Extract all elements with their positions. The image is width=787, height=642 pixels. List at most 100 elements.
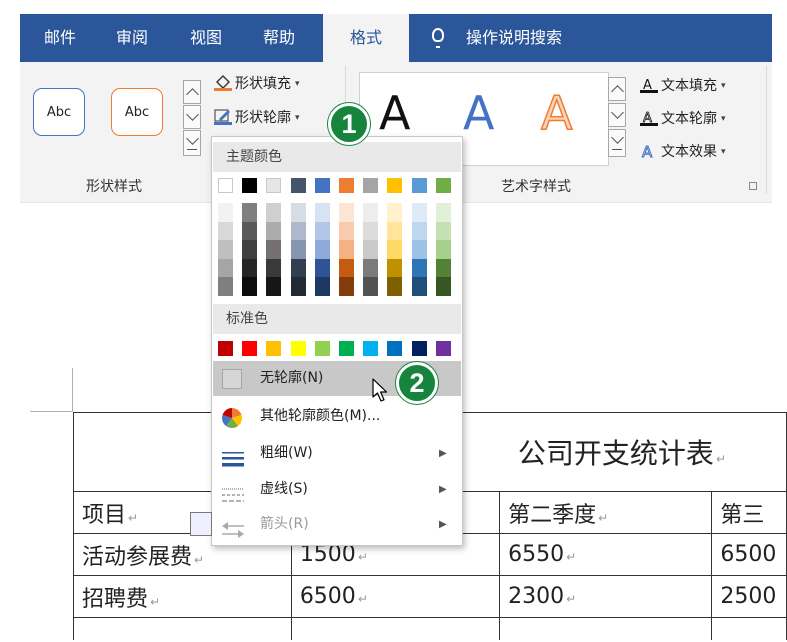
theme-shade-swatch[interactable]	[339, 277, 354, 296]
theme-shade-swatch[interactable]	[411, 221, 427, 240]
theme-color-swatch[interactable]	[435, 178, 451, 193]
tab-mailings[interactable]: 邮件	[32, 14, 88, 62]
theme-shade-swatch[interactable]	[314, 240, 330, 259]
wordart-sample-black[interactable]: A	[379, 87, 410, 139]
theme-shade-swatch[interactable]	[435, 203, 451, 222]
theme-shade-swatch[interactable]	[435, 258, 451, 277]
theme-shade-swatch[interactable]	[339, 240, 354, 259]
theme-color-swatch[interactable]	[218, 178, 233, 193]
lightbulb-icon[interactable]	[432, 28, 444, 48]
theme-shade-swatch[interactable]	[387, 240, 403, 259]
theme-shade-swatch[interactable]	[266, 277, 282, 296]
standard-color-swatch[interactable]	[363, 341, 379, 356]
theme-shade-swatch[interactable]	[387, 258, 403, 277]
layout-options-icon[interactable]	[190, 512, 212, 536]
theme-shade-swatch[interactable]	[411, 240, 427, 259]
dashes-submenu-item[interactable]: 虚线(S) ▶	[213, 472, 461, 507]
theme-shade-swatch[interactable]	[339, 221, 354, 240]
theme-shade-swatch[interactable]	[266, 240, 282, 259]
wordart-sample-blue[interactable]: A	[463, 87, 494, 139]
theme-shade-swatch[interactable]	[339, 203, 354, 222]
theme-color-swatch[interactable]	[290, 178, 306, 193]
shape-outline-button[interactable]: 形状轮廓 ▾	[214, 107, 300, 127]
standard-color-swatch[interactable]	[314, 341, 330, 356]
theme-shade-swatch[interactable]	[242, 277, 258, 296]
theme-shade-swatch[interactable]	[266, 258, 282, 277]
text-outline-button[interactable]: A 文本轮廓 ▾	[640, 108, 726, 128]
theme-shade-swatch[interactable]	[242, 240, 258, 259]
theme-color-swatch[interactable]	[339, 178, 354, 193]
text-effects-button[interactable]: A 文本效果 ▾	[640, 141, 726, 162]
theme-shade-swatch[interactable]	[339, 258, 354, 277]
theme-shade-swatch[interactable]	[266, 203, 282, 222]
standard-color-swatch[interactable]	[266, 341, 282, 356]
wordart-gallery-scroll-down[interactable]	[608, 103, 626, 127]
shape-gallery-scroll-down[interactable]	[183, 105, 201, 129]
theme-shade-swatch[interactable]	[242, 258, 258, 277]
standard-color-swatch[interactable]	[411, 341, 427, 356]
theme-shade-swatch[interactable]	[435, 240, 451, 259]
theme-shade-swatch[interactable]	[290, 221, 306, 240]
theme-shade-swatch[interactable]	[387, 203, 403, 222]
standard-color-swatch[interactable]	[290, 341, 306, 356]
theme-color-swatch[interactable]	[242, 178, 258, 193]
shape-gallery-more[interactable]	[183, 130, 201, 156]
theme-shade-swatch[interactable]	[411, 277, 427, 296]
shape-fill-button[interactable]: 形状填充 ▾	[214, 73, 300, 93]
theme-shade-swatch[interactable]	[435, 277, 451, 296]
tell-me-search[interactable]: 操作说明搜索	[466, 14, 586, 62]
standard-color-swatch[interactable]	[435, 341, 451, 356]
shape-styles-group-label: 形状样式	[86, 179, 142, 195]
theme-shade-swatch[interactable]	[314, 203, 330, 222]
standard-color-swatch[interactable]	[339, 341, 354, 356]
theme-shade-swatch[interactable]	[314, 258, 330, 277]
theme-shade-swatch[interactable]	[290, 240, 306, 259]
standard-color-swatch[interactable]	[218, 341, 233, 356]
arrows-submenu-item[interactable]: 箭头(R) ▶	[213, 507, 461, 542]
theme-color-swatch[interactable]	[387, 178, 403, 193]
tab-review[interactable]: 审阅	[104, 14, 160, 62]
theme-shade-swatch[interactable]	[363, 277, 379, 296]
theme-color-swatch[interactable]	[363, 178, 379, 193]
theme-shade-swatch[interactable]	[266, 221, 282, 240]
theme-shade-swatch[interactable]	[242, 203, 258, 222]
theme-shade-swatch[interactable]	[218, 203, 233, 222]
standard-color-swatch[interactable]	[387, 341, 403, 356]
theme-shade-swatch[interactable]	[290, 277, 306, 296]
theme-shade-swatch[interactable]	[363, 221, 379, 240]
dialog-launcher-icon[interactable]	[749, 182, 757, 190]
wordart-gallery-more[interactable]	[608, 129, 626, 157]
theme-shade-swatch[interactable]	[290, 258, 306, 277]
wordart-gallery-scroll-up[interactable]	[608, 77, 626, 101]
shape-gallery-scroll-up[interactable]	[183, 80, 201, 104]
shape-style-sample-orange[interactable]: Abc	[111, 88, 163, 136]
theme-shade-swatch[interactable]	[411, 258, 427, 277]
shape-style-sample-blue[interactable]: Abc	[33, 88, 85, 136]
theme-shade-swatch[interactable]	[290, 203, 306, 222]
theme-shade-swatch[interactable]	[242, 221, 258, 240]
more-outline-colors-item[interactable]: 其他轮廓颜色(M)...	[213, 399, 461, 434]
theme-shade-swatch[interactable]	[218, 258, 233, 277]
weight-submenu-item[interactable]: 粗细(W) ▶	[213, 436, 461, 471]
theme-shade-swatch[interactable]	[218, 277, 233, 296]
theme-shade-swatch[interactable]	[363, 258, 379, 277]
text-fill-button[interactable]: A 文本填充 ▾	[640, 75, 726, 95]
theme-shade-swatch[interactable]	[387, 277, 403, 296]
theme-color-swatch[interactable]	[266, 178, 282, 193]
theme-shade-swatch[interactable]	[363, 240, 379, 259]
theme-shade-swatch[interactable]	[363, 203, 379, 222]
theme-shade-swatch[interactable]	[387, 221, 403, 240]
theme-shade-swatch[interactable]	[314, 277, 330, 296]
wordart-sample-orange[interactable]: A	[540, 86, 573, 140]
theme-color-swatch[interactable]	[314, 178, 330, 193]
tab-view[interactable]: 视图	[178, 14, 234, 62]
tab-help[interactable]: 帮助	[251, 14, 307, 62]
theme-shade-swatch[interactable]	[218, 240, 233, 259]
standard-color-swatch[interactable]	[242, 341, 258, 356]
tab-format[interactable]: 格式	[323, 14, 409, 63]
theme-shade-swatch[interactable]	[411, 203, 427, 222]
theme-shade-swatch[interactable]	[314, 221, 330, 240]
theme-color-swatch[interactable]	[411, 178, 427, 193]
theme-shade-swatch[interactable]	[218, 221, 233, 240]
theme-shade-swatch[interactable]	[435, 221, 451, 240]
